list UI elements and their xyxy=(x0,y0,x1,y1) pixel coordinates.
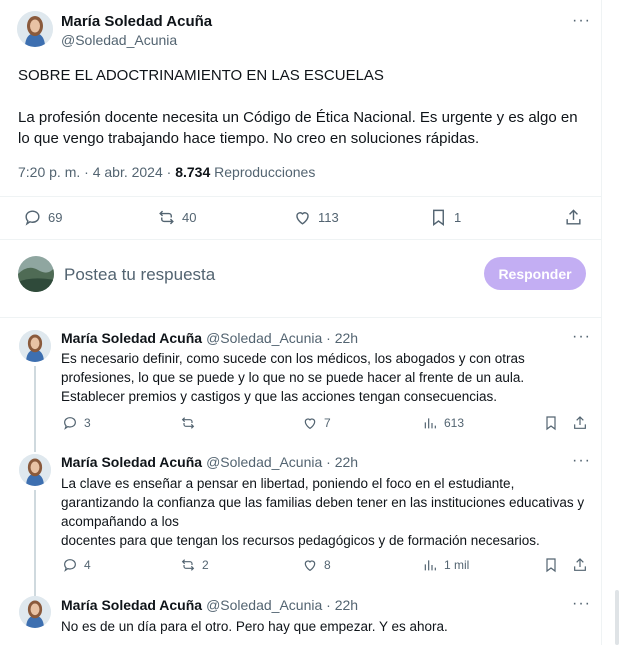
reply-author-handle[interactable]: @Soledad_Acunia · 22h xyxy=(206,454,358,470)
like-count: 7 xyxy=(324,416,331,430)
reply-action[interactable]: 69 xyxy=(23,208,62,227)
reply-author-name[interactable]: María Soledad Acuña xyxy=(61,597,202,613)
reply-author-name[interactable]: María Soledad Acuña xyxy=(61,454,202,470)
reply-text: No es de un día para el otro. Pero hay q… xyxy=(61,617,591,636)
tweet-detail-page: María Soledad Acuña @Soledad_Acunia ··· … xyxy=(0,0,602,645)
like-action[interactable]: 113 xyxy=(293,208,339,227)
analytics-icon xyxy=(424,418,436,429)
like-count: 113 xyxy=(318,210,339,225)
reply-count: 69 xyxy=(48,210,63,225)
reply-count: 3 xyxy=(84,416,91,430)
bookmark-icon xyxy=(546,558,556,573)
repost-icon xyxy=(159,210,174,225)
reply-input[interactable]: Postea tu respuesta xyxy=(64,265,215,285)
reply-author-handle[interactable]: @Soledad_Acunia · 22h xyxy=(206,330,358,346)
like-action[interactable]: 8 xyxy=(302,557,331,573)
scrollbar-thumb[interactable] xyxy=(615,590,619,645)
tweet-body: La profesión docente necesita un Código … xyxy=(18,109,578,147)
bookmark-action[interactable] xyxy=(543,415,559,431)
reply-author-handle[interactable]: @Soledad_Acunia · 22h xyxy=(206,597,358,613)
repost-action[interactable]: 2 xyxy=(180,557,209,573)
tweet-actions: 69 40 113 1 xyxy=(0,196,602,240)
reply-icon xyxy=(25,210,40,226)
bookmark-action[interactable]: 1 xyxy=(429,208,461,227)
like-count: 8 xyxy=(324,558,331,572)
author-avatar[interactable] xyxy=(17,11,53,47)
repost-action[interactable] xyxy=(180,415,202,431)
bookmark-action[interactable] xyxy=(543,557,559,573)
reply-icon xyxy=(64,559,76,572)
repost-count: 2 xyxy=(202,558,209,572)
bookmark-count: 1 xyxy=(454,210,462,225)
repost-count: 40 xyxy=(182,210,197,225)
main-tweet-header: María Soledad Acuña @Soledad_Acunia ··· xyxy=(0,0,602,60)
views-count: 1 mil xyxy=(444,558,470,572)
author-handle[interactable]: @Soledad_Acunia xyxy=(61,32,177,48)
reply-text-line: profesiones, lo que se puede y lo que no… xyxy=(61,370,525,385)
thread-reply[interactable]: María Soledad Acuña @Soledad_Acunia · 22h… xyxy=(0,590,602,645)
reply-icon xyxy=(64,417,76,430)
reply-action[interactable]: 3 xyxy=(62,415,91,431)
share-icon xyxy=(566,209,581,225)
reply-avatar[interactable] xyxy=(19,330,51,362)
reply-text: La clave es enseñar a pensar en libertad… xyxy=(61,474,591,550)
tweet-meta: 7:20 p. m. · 4 abr. 2024 · 8.734 Reprodu… xyxy=(18,164,315,180)
scrollbar[interactable] xyxy=(602,0,621,645)
reply-more-icon[interactable]: ··· xyxy=(572,453,591,469)
reply-header: María Soledad Acuña @Soledad_Acunia · 22h xyxy=(61,597,358,613)
reply-header: María Soledad Acuña @Soledad_Acunia · 22h xyxy=(61,454,358,470)
heart-icon xyxy=(304,560,316,572)
analytics-icon xyxy=(424,560,436,571)
like-action[interactable]: 7 xyxy=(302,415,331,431)
views-action[interactable]: 613 xyxy=(422,415,464,431)
thread-connector xyxy=(34,490,36,598)
views-action[interactable]: 1 mil xyxy=(422,557,469,573)
reply-count: 4 xyxy=(84,558,91,572)
reply-text-line: acompañando a los xyxy=(61,514,179,529)
reply-action[interactable]: 4 xyxy=(62,557,91,573)
share-icon xyxy=(574,416,586,429)
views-count: 8.734 xyxy=(175,164,211,180)
reply-avatar[interactable] xyxy=(19,454,51,486)
reply-more-icon[interactable]: ··· xyxy=(572,329,591,345)
reply-more-icon[interactable]: ··· xyxy=(572,596,591,612)
author-name[interactable]: María Soledad Acuña xyxy=(61,13,212,30)
reply-header: María Soledad Acuña @Soledad_Acunia · 22h xyxy=(61,330,358,346)
reply-text: Es necesario definir, como sucede con lo… xyxy=(61,349,591,406)
thread-reply[interactable]: María Soledad Acuña @Soledad_Acunia · 22h… xyxy=(0,318,602,452)
views-count: 613 xyxy=(444,416,465,430)
tweet-timestamp[interactable]: 7:20 p. m. · 4 abr. 2024 · xyxy=(18,164,171,180)
share-action[interactable] xyxy=(572,415,588,431)
heart-icon xyxy=(296,212,309,225)
tweet-headline: SOBRE EL ADOCTRINAMIENTO EN LAS ESCUELAS xyxy=(18,67,384,84)
bookmark-icon xyxy=(546,416,556,431)
reply-text-line: garantizando la confianza que las famili… xyxy=(61,495,585,510)
reply-text-line: docentes para que tengan los recursos pe… xyxy=(61,533,540,548)
reply-text-line: Establecer premios y castigos y que las … xyxy=(61,389,497,404)
bookmark-icon xyxy=(433,209,444,227)
repost-icon xyxy=(181,417,195,429)
reply-avatar[interactable] xyxy=(19,596,51,628)
thread-reply[interactable]: María Soledad Acuña @Soledad_Acunia · 22h… xyxy=(0,442,602,598)
reply-text-line: No es de un día para el otro. Pero hay q… xyxy=(61,619,448,634)
thread-connector xyxy=(34,366,36,452)
share-action[interactable] xyxy=(572,557,588,573)
share-icon xyxy=(574,558,586,571)
share-action[interactable] xyxy=(564,208,583,227)
repost-icon xyxy=(181,559,195,571)
heart-icon xyxy=(304,418,316,430)
reply-composer: Postea tu respuesta Responder xyxy=(0,240,602,318)
user-avatar[interactable] xyxy=(18,256,54,292)
reply-author-name[interactable]: María Soledad Acuña xyxy=(61,330,202,346)
reply-text-line: Es necesario definir, como sucede con lo… xyxy=(61,351,525,366)
reply-text-line: La clave es enseñar a pensar en libertad… xyxy=(61,476,515,491)
more-options-icon[interactable]: ··· xyxy=(572,13,591,29)
reply-submit-button[interactable]: Responder xyxy=(484,257,586,290)
repost-action[interactable]: 40 xyxy=(157,208,196,227)
views-label: Reproducciones xyxy=(214,164,316,180)
